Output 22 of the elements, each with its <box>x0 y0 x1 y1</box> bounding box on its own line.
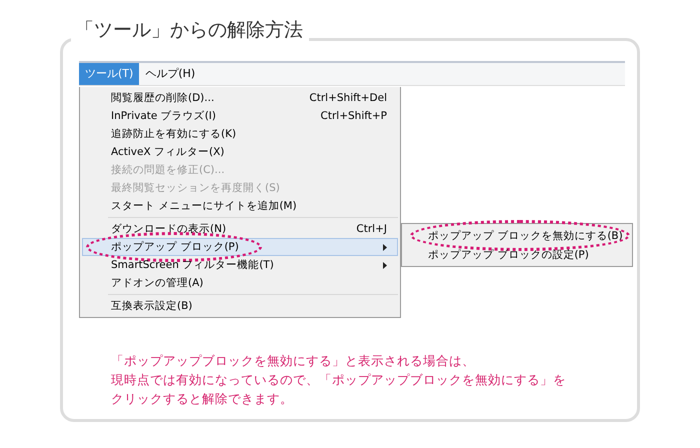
note-text: クリックすると解除できます。 <box>111 390 294 408</box>
shortcut-text: Ctrl+J <box>356 223 387 235</box>
submenu-arrow-icon <box>383 244 387 250</box>
submenu-arrow-icon <box>383 262 387 268</box>
note-text: 「ポップアップブロックを無効にする」と表示される場合は、 <box>111 352 476 370</box>
menu-item[interactable]: ポップアップ ブロックの設定(P) <box>402 245 632 264</box>
menu-item[interactable]: ポップアップ ブロック(P) <box>82 238 398 256</box>
menu-item[interactable]: スタート メニューにサイトを追加(M) <box>82 197 398 215</box>
menu-item[interactable]: 互換表示設定(B) <box>82 297 398 315</box>
menu-item[interactable]: 閲覧履歴の削除(D)... Ctrl+Shift+Del <box>82 89 398 107</box>
shortcut-text: Ctrl+Shift+Del <box>309 92 387 104</box>
menu-item[interactable]: アドオンの管理(A) <box>82 274 398 292</box>
section-title: 「ツール」からの解除方法 <box>71 17 309 43</box>
note-text: 現時点では有効になっているので、「ポップアップブロックを無効にする」を <box>111 371 567 389</box>
menu-item[interactable]: InPrivate ブラウズ(I) Ctrl+Shift+P <box>82 107 398 125</box>
menu-bar-item[interactable]: ヘルプ(H) <box>139 63 202 85</box>
shortcut-text: Ctrl+Shift+P <box>320 110 387 122</box>
menu-item[interactable]: SmartScreen フィルター機能(T) <box>82 256 398 274</box>
menu-item[interactable]: ActiveX フィルター(X) <box>82 143 398 161</box>
menu-item[interactable]: 追跡防止を有効にする(K) <box>82 125 398 143</box>
menu-bar-item[interactable]: ツール(T) <box>79 63 140 85</box>
menu-item[interactable]: ポップアップ ブロックを無効にする(B) <box>402 226 632 245</box>
